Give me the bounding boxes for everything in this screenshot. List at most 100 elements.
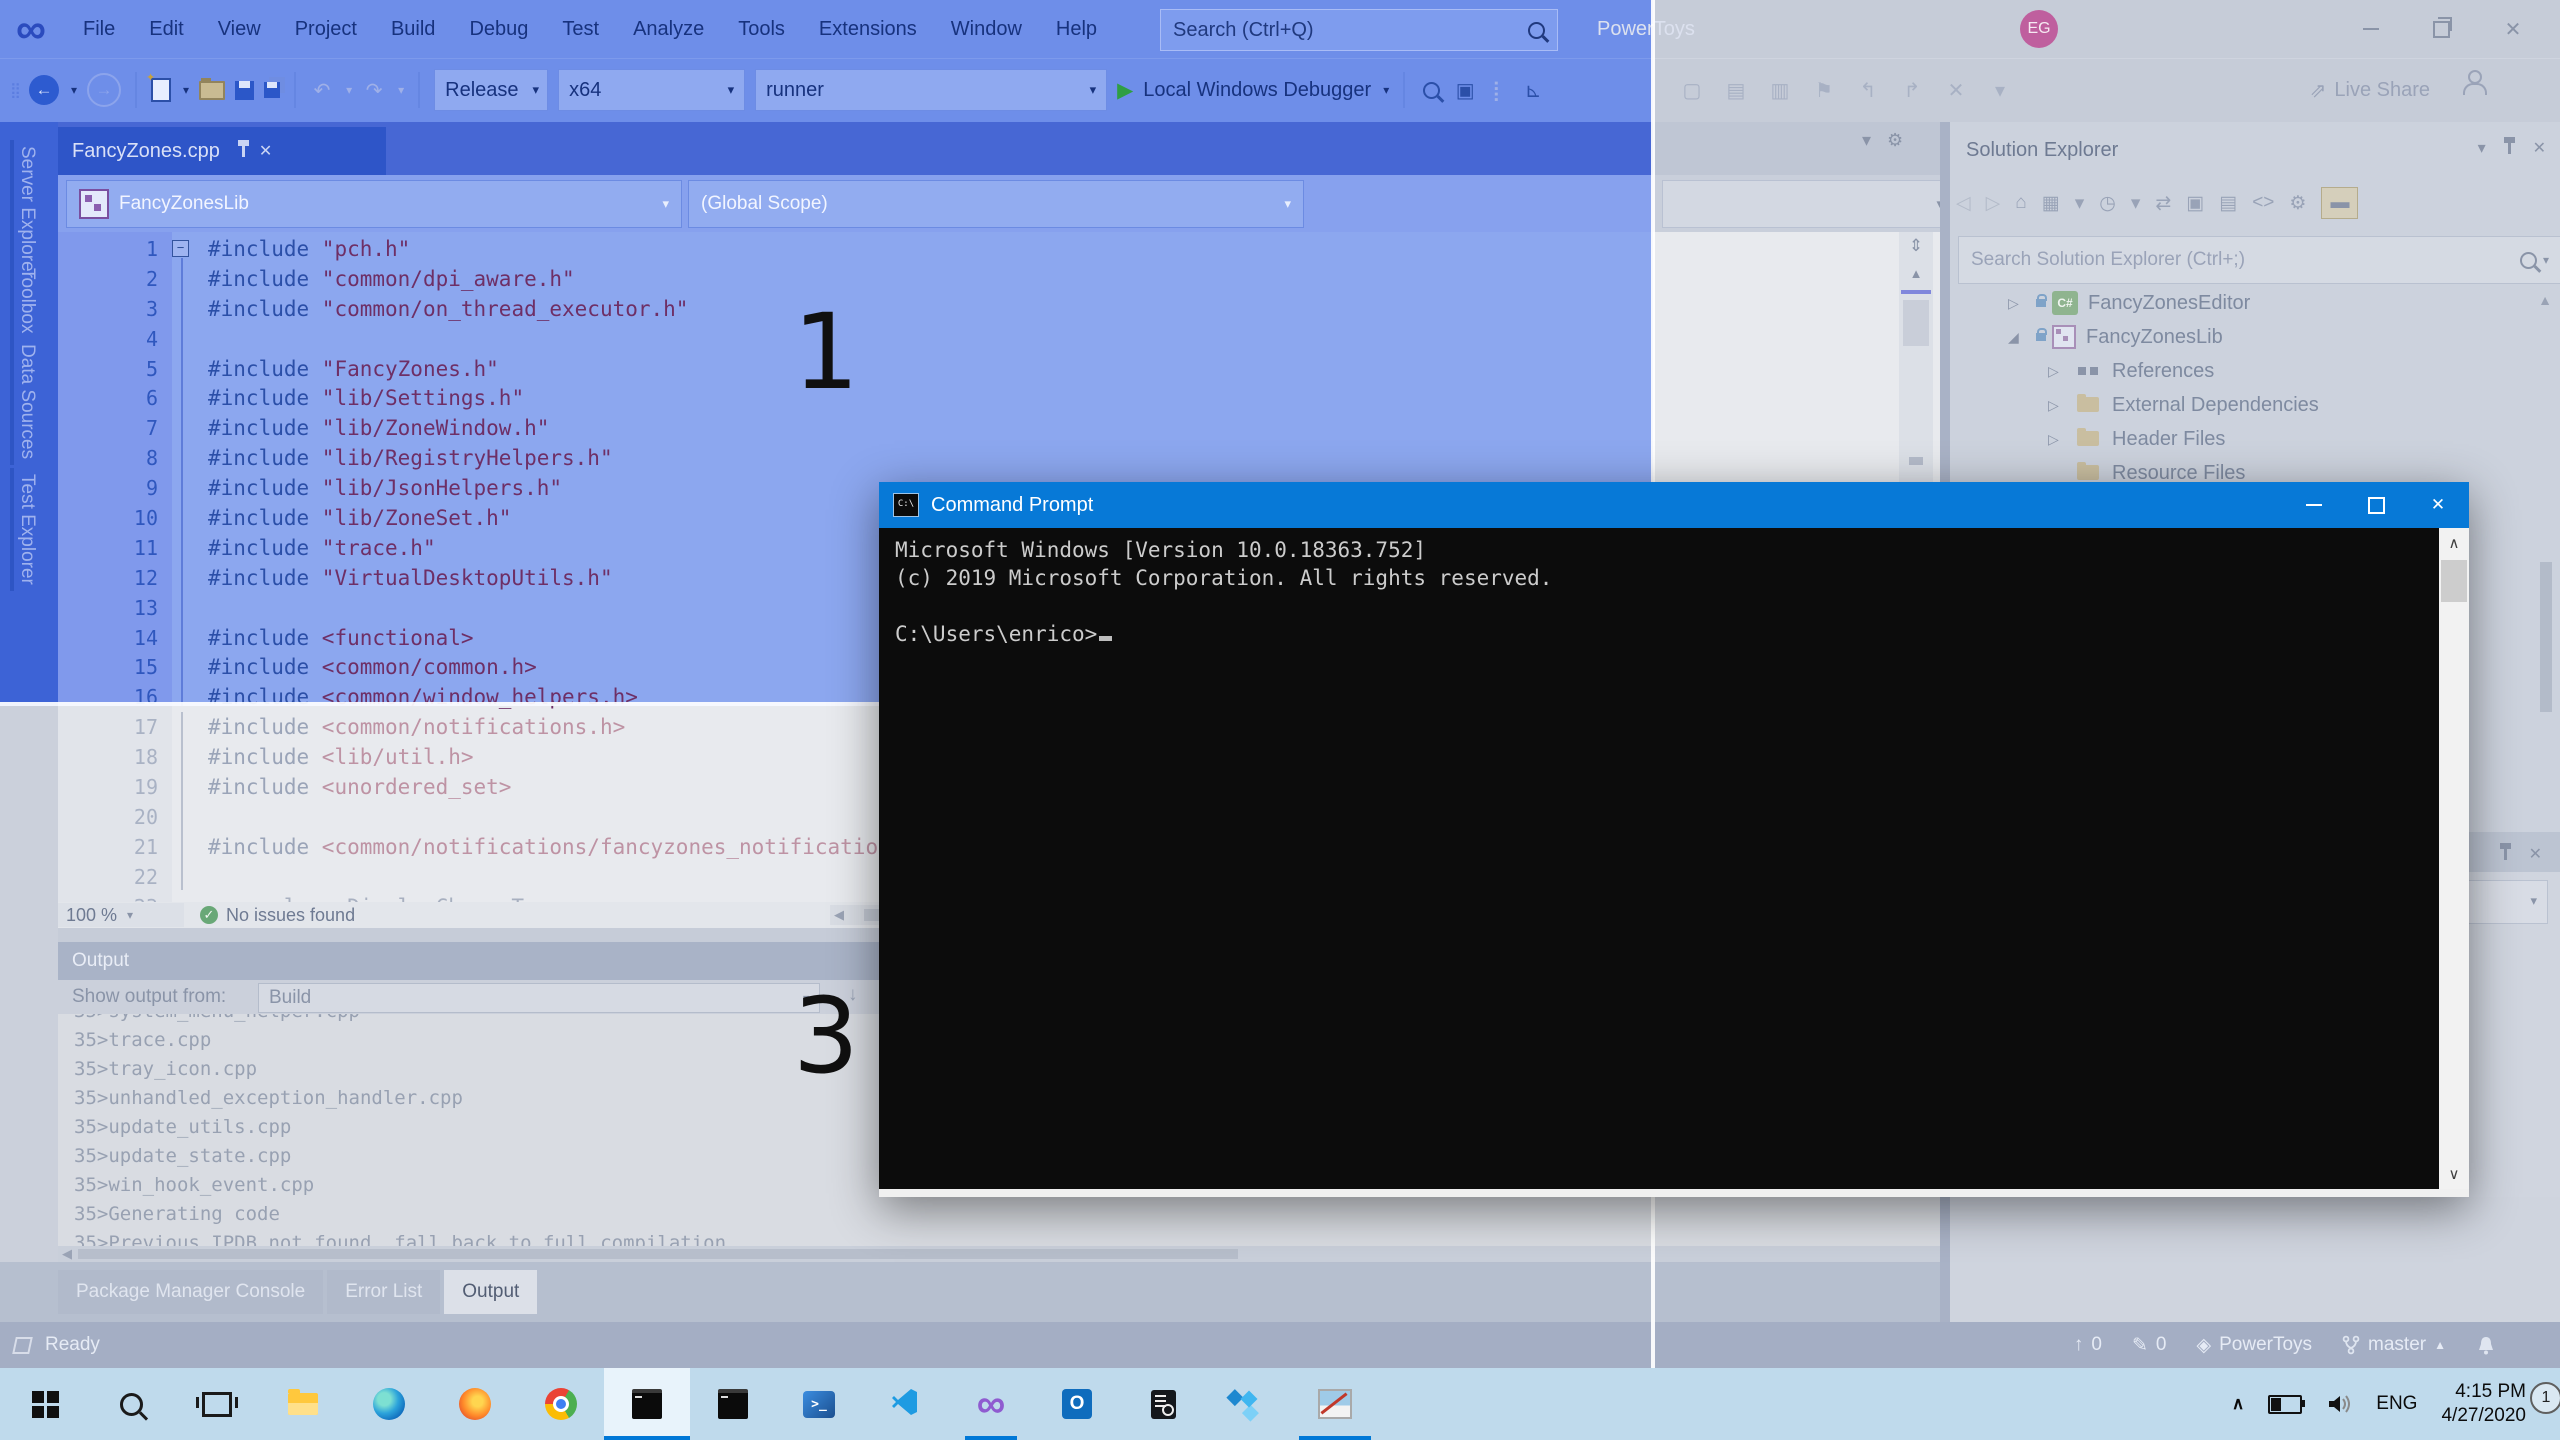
- minimize-button[interactable]: [2283, 482, 2345, 528]
- view-code-icon[interactable]: <>: [2252, 192, 2274, 214]
- paint-icon[interactable]: [1292, 1368, 1378, 1440]
- tree-item[interactable]: ▷ Header Files: [1950, 422, 2540, 456]
- command-prompt-icon[interactable]: [604, 1368, 690, 1440]
- push-count[interactable]: ↑ 0: [2074, 1334, 2102, 1356]
- split-editor-handle[interactable]: ⇕: [1899, 236, 1933, 256]
- terminal[interactable]: Microsoft Windows [Version 10.0.18363.75…: [879, 528, 2469, 1189]
- zoom-level-dropdown[interactable]: 100 % ▾: [58, 903, 184, 927]
- command-prompt-icon[interactable]: [690, 1368, 776, 1440]
- visual-studio-icon[interactable]: ∞: [948, 1368, 1034, 1440]
- sidebar-item-test-explorer[interactable]: Test Explorer: [10, 468, 44, 591]
- pin-icon[interactable]: [2503, 136, 2515, 154]
- pending-edits[interactable]: ✎ 0: [2132, 1334, 2167, 1357]
- close-button[interactable]: ✕: [2482, 0, 2544, 58]
- navigate-back-icon[interactable]: ←: [29, 75, 59, 105]
- language-indicator[interactable]: ENG: [2376, 1393, 2417, 1415]
- new-file-icon[interactable]: [146, 71, 172, 102]
- chrome-icon[interactable]: [518, 1368, 604, 1440]
- caret-icon[interactable]: ▾: [2131, 192, 2141, 215]
- expander-icon[interactable]: ▷: [2048, 431, 2066, 448]
- open-file-icon[interactable]: [199, 77, 226, 100]
- dock-tab[interactable]: Error List: [327, 1270, 441, 1314]
- file-explorer-icon[interactable]: [260, 1368, 346, 1440]
- back-icon[interactable]: ◁: [1956, 192, 1971, 215]
- command-prompt-titlebar[interactable]: C:\ Command Prompt: [879, 482, 2469, 528]
- pin-icon[interactable]: [237, 139, 249, 157]
- dock-tab[interactable]: Output: [444, 1270, 538, 1314]
- comment-list-icon[interactable]: ▥: [1768, 70, 1792, 110]
- pin-icon[interactable]: [2499, 842, 2511, 860]
- menu-item[interactable]: Extensions: [802, 0, 934, 58]
- outline-icon[interactable]: ⊾: [1521, 70, 1545, 110]
- tree-item[interactable]: ▷ References: [1950, 354, 2540, 388]
- account-avatar[interactable]: EG: [2020, 10, 2058, 48]
- scroll-up-icon[interactable]: ▲: [2538, 292, 2552, 308]
- expander-icon[interactable]: ▷: [2048, 397, 2066, 414]
- switch-views-icon[interactable]: ▦: [2042, 192, 2060, 215]
- copy-code-icon[interactable]: ▢: [1680, 70, 1704, 110]
- find-in-files-icon[interactable]: [1419, 70, 1443, 110]
- scrollbar-thumb[interactable]: [2441, 560, 2467, 602]
- solution-explorer-search-input[interactable]: Search Solution Explorer (Ctrl+;) ▾: [1958, 236, 2560, 284]
- tab-list-caret-icon[interactable]: ▾: [1862, 130, 1871, 151]
- collapse-icon[interactable]: −: [172, 240, 189, 258]
- close-panel-icon[interactable]: ✕: [2529, 844, 2542, 864]
- caret-icon[interactable]: ▾: [2075, 192, 2085, 215]
- save-icon[interactable]: [235, 80, 255, 100]
- column-guide-icon[interactable]: ⡇: [1487, 70, 1511, 110]
- toolbar-drag-handle[interactable]: ⣿: [10, 81, 21, 99]
- battery-icon[interactable]: [2268, 1394, 2306, 1414]
- clear-bookmarks-icon[interactable]: ✕: [1944, 70, 1968, 110]
- live-share-button[interactable]: ⇗ Live Share: [2310, 58, 2430, 122]
- scope-dropdown[interactable]: (Global Scope) ▾: [688, 180, 1304, 228]
- menu-item[interactable]: Edit: [132, 0, 200, 58]
- start-debugging-icon[interactable]: ▶: [1117, 78, 1133, 103]
- volume-icon[interactable]: [2326, 1393, 2352, 1415]
- menu-item[interactable]: Tools: [721, 0, 802, 58]
- menu-item[interactable]: Window: [934, 0, 1039, 58]
- menu-item[interactable]: File: [66, 0, 132, 58]
- minimize-button[interactable]: [2340, 0, 2402, 58]
- menu-item[interactable]: View: [201, 0, 278, 58]
- tree-item[interactable]: ▷ C# FancyZonesEditor: [1950, 286, 2540, 320]
- undo-icon[interactable]: ↶: [310, 70, 334, 110]
- navigate-forward-icon[interactable]: →: [87, 73, 122, 107]
- bookmark-icon[interactable]: ⚑: [1812, 70, 1836, 110]
- sidebar-item-data-sources[interactable]: Data Sources: [10, 338, 44, 466]
- powershell-icon[interactable]: >_: [776, 1368, 862, 1440]
- menu-item[interactable]: Test: [545, 0, 616, 58]
- startup-project-combo[interactable]: runner ▾: [755, 69, 1108, 111]
- task-view-button[interactable]: [174, 1368, 260, 1440]
- maximize-button[interactable]: [2345, 482, 2407, 528]
- indent-list-icon[interactable]: ▤: [1724, 70, 1748, 110]
- forward-icon[interactable]: ▷: [1986, 192, 2001, 215]
- registry-editor-icon[interactable]: [1206, 1368, 1292, 1440]
- scroll-up-icon[interactable]: ▲: [1899, 266, 1933, 281]
- project-dropdown[interactable]: FancyZonesLib ▾: [66, 180, 682, 228]
- output-horizontal-scrollbar[interactable]: ◀: [58, 1246, 1940, 1262]
- sidebar-item-toolbox[interactable]: Toolbox: [10, 262, 44, 340]
- menu-item[interactable]: Build: [374, 0, 452, 58]
- tray-chevron-icon[interactable]: ∧: [2232, 1394, 2244, 1414]
- platform-combo[interactable]: x64 ▾: [558, 69, 746, 111]
- current-branch[interactable]: master ▲: [2342, 1334, 2446, 1356]
- vscode-icon[interactable]: [862, 1368, 948, 1440]
- search-button[interactable]: [88, 1368, 174, 1440]
- properties-icon[interactable]: ⚙: [2289, 192, 2306, 215]
- scroll-left-icon[interactable]: ◀: [58, 1246, 72, 1262]
- editor-options-gear-icon[interactable]: ⚙: [1887, 130, 1903, 151]
- dock-tab[interactable]: Package Manager Console: [58, 1270, 324, 1314]
- collapse-all-icon[interactable]: ▣: [2186, 192, 2204, 215]
- tree-item[interactable]: ◢ FancyZonesLib: [1950, 320, 2540, 354]
- scroll-up-icon[interactable]: ∧: [2439, 534, 2469, 552]
- panel-menu-caret-icon[interactable]: ▾: [2478, 138, 2486, 158]
- scrollbar-thumb[interactable]: [2540, 562, 2552, 712]
- expander-icon[interactable]: ◢: [2008, 329, 2026, 346]
- clock[interactable]: 4:15 PM 4/27/2020: [2441, 1380, 2526, 1428]
- next-bookmark-icon[interactable]: ↱: [1900, 70, 1924, 110]
- expander-icon[interactable]: ▷: [2048, 363, 2066, 380]
- configuration-combo[interactable]: Release ▾: [434, 69, 549, 111]
- more-caret-icon[interactable]: ▾: [1988, 70, 2012, 110]
- terminal-scrollbar[interactable]: ∧ ∨: [2439, 528, 2469, 1189]
- redo-icon[interactable]: ↷: [362, 70, 386, 110]
